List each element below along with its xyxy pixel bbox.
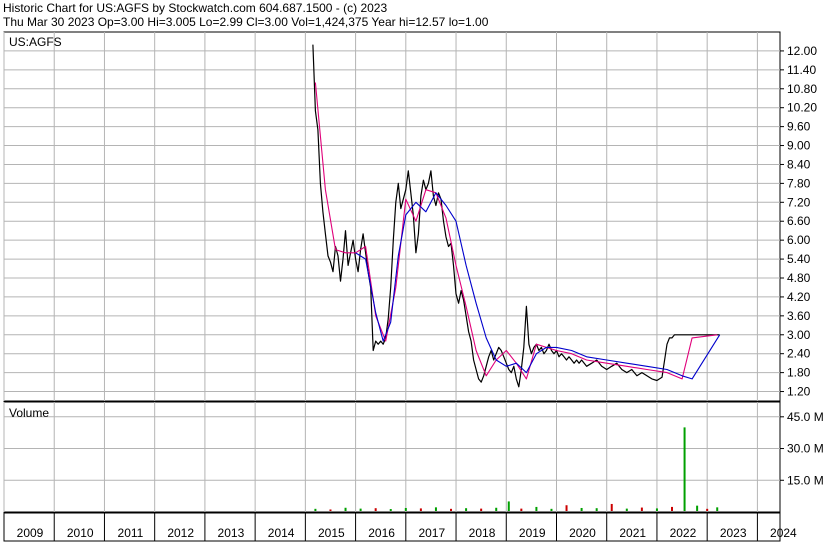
volume-panel: [3, 401, 781, 513]
price-y-tick-label: 4.80: [787, 271, 811, 285]
volume-y-tick-label: 15.0 M: [787, 473, 824, 487]
x-tick-label: 2012: [167, 526, 194, 540]
x-tick-label: 2017: [418, 526, 445, 540]
x-tick-label: 2013: [218, 526, 245, 540]
x-tick-label: 2015: [318, 526, 345, 540]
price-y-tick-label: 8.40: [787, 157, 811, 171]
x-tick-label: 2016: [368, 526, 395, 540]
stock-chart: 12.00 11.40 10.80 10.20 9.60 9.00 8.40 7.80 7.20…: [3, 31, 824, 542]
price-y-tick-label: 9.00: [787, 139, 811, 153]
price-y-tick-label: 10.20: [787, 101, 817, 115]
x-tick-label: 2011: [118, 526, 144, 540]
x-tick-label: 2009: [17, 526, 44, 540]
price-y-tick-label: 6.60: [787, 214, 811, 228]
price-y-tick-label: 4.20: [787, 290, 811, 304]
x-tick-label: 2018: [469, 526, 496, 540]
price-y-tick-label: 10.80: [787, 82, 817, 96]
x-tick-label: 2019: [519, 526, 546, 540]
volume-y-tick-label: 30.0 M: [787, 442, 824, 456]
price-y-tick-label: 7.80: [787, 176, 811, 190]
price-y-tick-label: 2.40: [787, 347, 811, 361]
volume-y-ticks: 45.0 M 30.0 M 15.0 M: [780, 410, 824, 487]
x-tick-label: 2021: [619, 526, 646, 540]
x-tick-label: 2023: [720, 526, 747, 540]
price-y-tick-label: 6.00: [787, 233, 811, 247]
x-tick-label: 2022: [670, 526, 697, 540]
price-panel: [3, 31, 781, 402]
price-y-tick-label: 9.60: [787, 120, 811, 134]
volume-label: Volume: [9, 406, 49, 420]
symbol-label: US:AGFS: [9, 35, 62, 49]
volume-y-tick-label: 45.0 M: [787, 410, 824, 424]
price-y-tick-label: 7.20: [787, 195, 811, 209]
price-y-tick-label: 11.40: [787, 63, 816, 77]
x-tick-label: 2024: [770, 526, 797, 540]
price-y-tick-label: 12.00: [787, 44, 817, 58]
x-tick-label: 2014: [268, 526, 295, 540]
price-y-tick-label: 3.60: [787, 309, 811, 323]
price-y-tick-label: 1.20: [787, 385, 811, 399]
price-y-tick-label: 3.00: [787, 328, 811, 342]
x-tick-label: 2010: [67, 526, 94, 540]
price-y-ticks: 12.00 11.40 10.80 10.20 9.60 9.00 8.40 7.80 7.20…: [780, 44, 817, 399]
price-y-tick-label: 1.80: [787, 366, 811, 380]
price-y-tick-label: 5.40: [787, 252, 811, 266]
x-tick-label: 2020: [569, 526, 596, 540]
